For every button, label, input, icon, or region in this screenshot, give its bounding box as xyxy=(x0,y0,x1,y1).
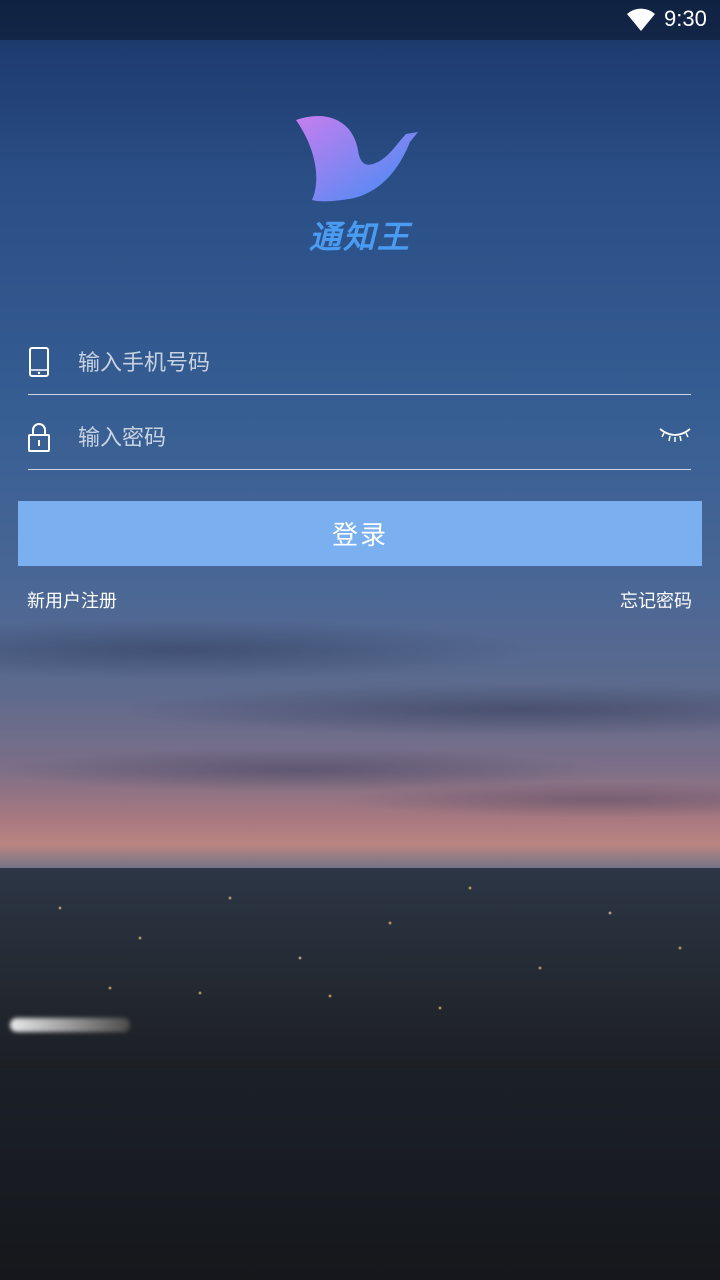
phone-field xyxy=(28,320,691,395)
wifi-icon xyxy=(627,8,655,31)
background-road-light-trail xyxy=(10,1018,130,1032)
phone-input[interactable] xyxy=(76,342,640,384)
app-name: 通知王 xyxy=(308,218,411,256)
bird-logo-icon xyxy=(296,115,418,202)
login-button[interactable]: 登录 xyxy=(18,501,702,566)
phone-icon xyxy=(29,347,49,377)
status-time: 9:30 xyxy=(664,6,707,31)
forgot-password-link[interactable]: 忘记密码 xyxy=(620,587,692,613)
register-link[interactable]: 新用户注册 xyxy=(27,587,117,613)
lock-icon xyxy=(28,423,50,452)
background-city-lights xyxy=(0,868,720,1068)
password-input[interactable] xyxy=(76,417,640,459)
password-field xyxy=(28,395,691,470)
eye-closed-icon[interactable] xyxy=(658,425,692,445)
status-bar: 9:30 xyxy=(0,0,720,40)
